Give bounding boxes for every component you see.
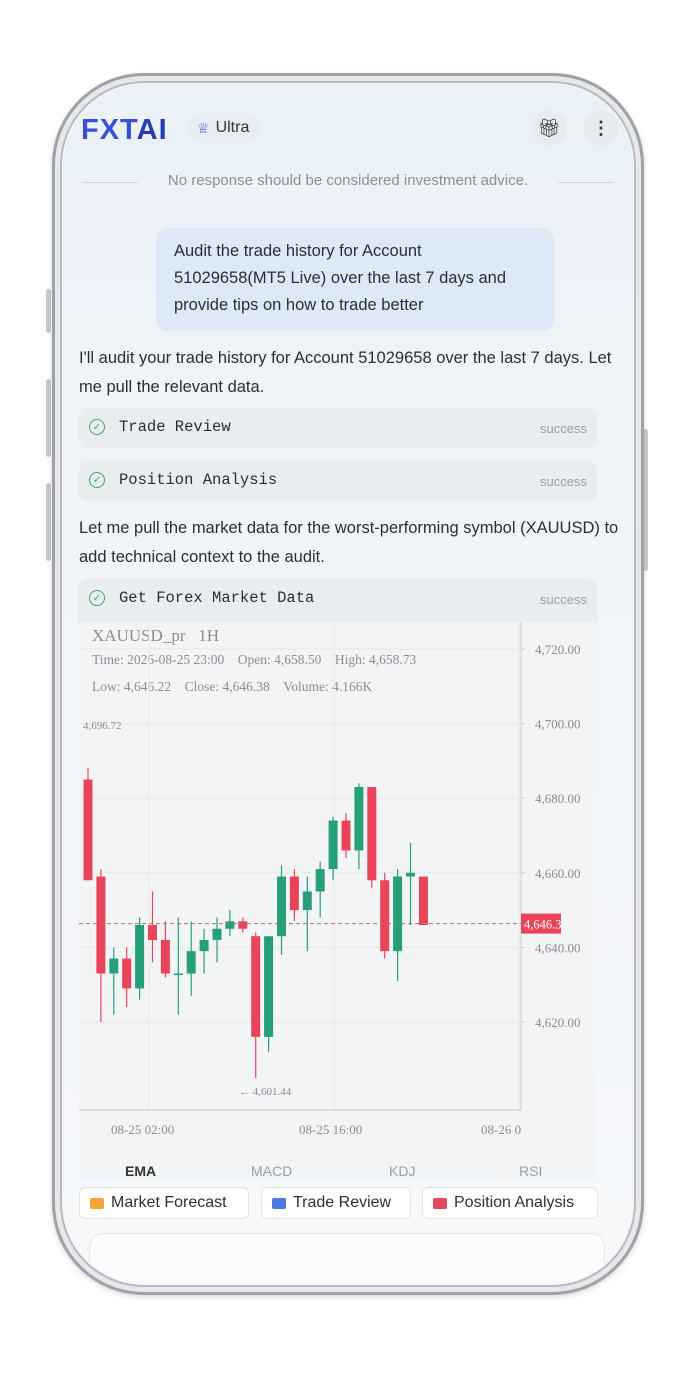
candle-body (238, 921, 248, 929)
y-tick-label: 4,720.00 (535, 642, 581, 657)
indicator-tab: EMA (125, 1163, 156, 1179)
y-tick-label: 4,660.00 (535, 866, 581, 881)
candle-body (264, 936, 274, 1037)
candle-body (173, 973, 183, 976)
candle-body (148, 925, 157, 940)
phone-side-button-left-1 (46, 289, 51, 333)
y-tick-label: 4,700.00 (535, 717, 581, 732)
min-price-marker: ← 4,601.44 (239, 1086, 292, 1098)
analysis-icon (433, 1197, 447, 1209)
user-message-bubble: Audit the trade history for Account 5102… (156, 228, 554, 331)
x-tick-label: 08-26 0 (481, 1122, 521, 1137)
indicator-tab: RSI (519, 1163, 542, 1179)
candle-body (289, 876, 299, 911)
tool-call-position-analysis[interactable]: ✓ Position Analysis success (79, 461, 597, 501)
gift-button[interactable]: 🎁︎ (531, 110, 567, 146)
candle-body (225, 921, 235, 929)
candle-body (418, 876, 428, 926)
assistant-followup-text: Let me pull the market data for the wors… (79, 519, 619, 566)
app-header: FXTAI ♕ Ultra 🎁︎ ⋮ (77, 110, 619, 150)
more-button[interactable]: ⋮ (583, 110, 619, 146)
more-vertical-icon: ⋮ (592, 117, 610, 138)
candle-body (251, 936, 261, 1037)
market-forecast-button[interactable]: Market Forecast (79, 1187, 249, 1219)
candle-body (315, 869, 325, 892)
forecast-icon (90, 1197, 104, 1209)
candle-body (160, 939, 170, 974)
candle-body (199, 939, 209, 952)
candle-body (354, 787, 364, 851)
check-circle-icon: ✓ (89, 590, 105, 606)
candle-body (96, 876, 106, 974)
tool-status: success (540, 592, 587, 607)
last-price-label: 4,646.38 (524, 918, 568, 932)
tool-status: success (540, 421, 587, 436)
candle-body (367, 787, 377, 881)
review-icon (272, 1197, 286, 1209)
candle-body (186, 951, 196, 974)
candle-body (380, 880, 390, 952)
check-circle-icon: ✓ (89, 419, 105, 435)
tool-name: Get Forex Market Data (119, 589, 315, 607)
tool-name: Trade Review (119, 418, 231, 436)
y-tick-label: 4,620.00 (535, 1015, 581, 1030)
candle-body (302, 891, 312, 911)
y-tick-label: 4,680.00 (535, 791, 581, 806)
indicator-tab: KDJ (389, 1163, 415, 1179)
indicator-tab: MACD (251, 1163, 292, 1179)
y-tick-label: 4,640.00 (535, 940, 581, 955)
chart-canvas: 4,720.00 4,700.00 4,680.00 4,660.00 4,640.00… (79, 622, 581, 1179)
tool-status: success (540, 474, 587, 489)
tool-name: Position Analysis (119, 471, 278, 489)
candle-body (341, 820, 351, 851)
candle-body (83, 779, 93, 881)
disclaimer: No response should be considered investm… (63, 172, 633, 189)
candle-body (109, 958, 119, 974)
phone-side-button-left-3 (46, 483, 51, 561)
phone-side-button-left-2 (46, 379, 51, 457)
candle-body (135, 925, 145, 989)
position-analysis-button[interactable]: Position Analysis (422, 1187, 598, 1219)
candle-body (277, 876, 286, 937)
message-input[interactable] (89, 1233, 605, 1284)
candle-body (212, 928, 222, 940)
candlestick-chart[interactable]: XAUUSD_pr 1H Time: 2026-08-25 23:00 Open… (79, 622, 597, 1179)
candle-body (406, 872, 415, 877)
candle-body (393, 876, 403, 952)
x-tick-label: 08-25 02:00 (111, 1122, 174, 1137)
candle-body (328, 820, 338, 870)
assistant-intro-text: I'll audit your trade history for Accoun… (79, 349, 612, 396)
tool-call-forex-market-data[interactable]: ✓ Get Forex Market Data success XAUUSD_p… (79, 579, 597, 1179)
plan-badge-label: Ultra (215, 119, 250, 136)
app-screen: FXTAI ♕ Ultra 🎁︎ ⋮ No response should be… (63, 84, 633, 1284)
x-tick-label: 08-25 16:00 (299, 1122, 362, 1137)
plan-badge[interactable]: ♕ Ultra (187, 113, 262, 143)
max-price-marker: 4,696.72 (83, 720, 122, 732)
candle-body (122, 958, 132, 989)
gift-icon: 🎁︎ (537, 117, 561, 138)
crown-icon: ♕ (197, 119, 210, 136)
app-logo: FXTAI (81, 114, 168, 146)
tool-call-trade-review[interactable]: ✓ Trade Review success (79, 408, 597, 448)
trade-review-button[interactable]: Trade Review (261, 1187, 411, 1219)
check-circle-icon: ✓ (89, 472, 105, 488)
